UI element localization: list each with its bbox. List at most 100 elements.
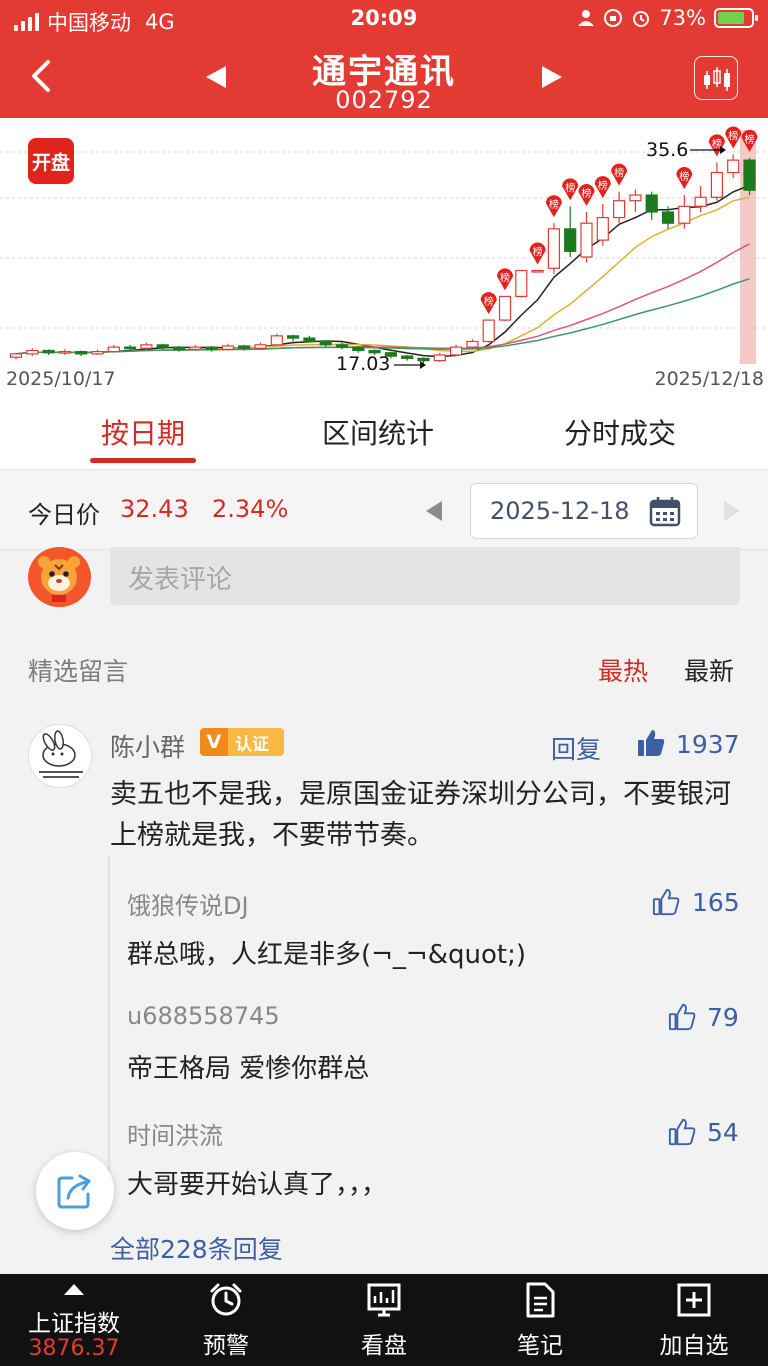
selected-date: 2025-12-18 <box>490 497 630 525</box>
candle-body <box>564 228 577 252</box>
reply-like-count: 79 <box>707 1003 739 1032</box>
candle-body <box>417 357 430 362</box>
thumbs-up-outline-icon[interactable] <box>668 1003 696 1031</box>
candle-body <box>254 344 267 349</box>
candle-body <box>694 196 707 207</box>
open-market-badge[interactable]: 开盘 <box>28 138 74 184</box>
all-replies-link[interactable]: 全部228条回复 <box>110 1230 283 1266</box>
candle-body <box>678 205 691 224</box>
nav-index[interactable]: 上证指数 3876.37 <box>0 1274 148 1366</box>
candle-body <box>319 340 332 346</box>
candle-body <box>629 194 642 202</box>
thumbs-up-outline-icon[interactable] <box>652 888 680 916</box>
nav-alert[interactable]: 预警 <box>166 1274 286 1366</box>
candle-body <box>482 319 495 343</box>
reply-user[interactable]: 时间洪流 <box>127 1116 223 1151</box>
nav-label: 预警 <box>203 1333 249 1359</box>
candle-body <box>172 346 186 350</box>
add-box-icon <box>677 1283 711 1317</box>
nav-add-watchlist[interactable]: 加自选 <box>634 1274 754 1366</box>
candle-body <box>238 345 251 349</box>
sort-newest[interactable]: 最新 <box>684 652 734 688</box>
reply-user[interactable]: u688558745 <box>127 1002 280 1030</box>
candle-body <box>335 344 349 348</box>
reply-like-count: 54 <box>707 1118 739 1147</box>
index-name: 上证指数 <box>28 1311 120 1337</box>
share-edit-icon <box>57 1174 91 1209</box>
tiger-avatar-icon <box>29 547 89 607</box>
date-picker[interactable]: 2025-12-18 <box>470 483 698 539</box>
kline-chart[interactable]: 榜榜榜榜榜榜榜榜榜榜榜榜 开盘 2025/10/17 2025/12/18 35… <box>0 118 768 396</box>
candle-body <box>26 349 39 355</box>
commenter-avatar[interactable] <box>28 724 92 788</box>
list-marker-text: 榜 <box>549 198 559 211</box>
candle-body <box>75 351 88 355</box>
next-date-icon[interactable] <box>722 500 742 522</box>
prev-date-icon[interactable] <box>424 500 444 522</box>
reply-user[interactable]: 饿狼传说DJ <box>127 886 249 921</box>
next-stock-icon[interactable] <box>540 64 564 90</box>
document-icon <box>526 1282 555 1318</box>
reply-text: 帝王格局 爱惨你群总 <box>127 1054 370 1084</box>
tab-bar: 按日期 区间统计 分时成交 <box>0 396 768 470</box>
candle-body <box>352 346 365 352</box>
list-marker-text: 榜 <box>533 246 543 259</box>
list-marker-text: 榜 <box>484 295 494 308</box>
candle-body <box>743 159 756 191</box>
candle-body <box>221 345 234 350</box>
calendar-icon <box>649 497 681 527</box>
alarm-clock-icon <box>210 1283 242 1316</box>
ma20-line <box>15 243 750 355</box>
list-marker-text: 榜 <box>500 271 510 284</box>
candle-body <box>401 355 414 359</box>
thumbs-up-outline-icon[interactable] <box>668 1118 696 1146</box>
candle-body <box>450 346 463 356</box>
verified-text: 认证 <box>235 734 269 755</box>
person-icon <box>578 10 595 26</box>
nav-market[interactable]: 看盘 <box>324 1274 444 1366</box>
tab-intraday-trades[interactable]: 分时成交 <box>560 412 680 452</box>
caret-up-icon <box>64 1284 84 1295</box>
tab-range-stats[interactable]: 区间统计 <box>318 412 438 452</box>
thumbs-up-icon[interactable] <box>636 728 666 758</box>
candle-body <box>42 349 55 354</box>
stock-code: 002792 <box>335 86 433 114</box>
tab-by-date[interactable]: 按日期 <box>90 412 196 452</box>
list-marker-text: 榜 <box>679 170 689 183</box>
compose-button[interactable] <box>36 1152 114 1230</box>
candle-body <box>466 340 479 348</box>
low-price-label: 17.03 <box>336 353 391 375</box>
list-marker-text: 榜 <box>728 130 738 143</box>
nav-notes[interactable]: 笔记 <box>480 1274 600 1366</box>
comment-text: 卖五也不是我，是原国金证券深圳分公司，不要银河上榜就是我，不要带节奏。 <box>110 779 731 851</box>
user-avatar[interactable] <box>28 547 91 607</box>
reply-button[interactable]: 回复 <box>551 730 601 766</box>
candle-body <box>156 344 169 348</box>
rotation-lock-icon <box>604 9 623 27</box>
battery-percent: 73% <box>659 6 706 30</box>
comment-input[interactable]: 发表评论 <box>110 547 740 605</box>
rabbit-avatar-icon <box>29 725 91 787</box>
today-price-label: 今日价 <box>28 501 100 529</box>
sort-hottest[interactable]: 最热 <box>598 652 648 688</box>
battery-icon <box>714 8 758 28</box>
candle-body <box>498 295 512 321</box>
active-tab-indicator <box>90 458 196 463</box>
candlestick-icon <box>704 67 730 91</box>
chart-end-date: 2025/12/18 <box>654 368 764 390</box>
today-price: 32.43 <box>120 495 189 523</box>
nav-label: 加自选 <box>659 1333 729 1359</box>
commenter-name[interactable]: 陈小群 <box>110 728 185 764</box>
kline-chart-button[interactable] <box>694 56 738 100</box>
candle-body <box>205 346 218 350</box>
candle-body <box>91 351 104 355</box>
nav-label: 看盘 <box>361 1333 407 1359</box>
list-marker-text: 榜 <box>565 181 575 194</box>
alarm-icon <box>633 11 650 27</box>
candle-body <box>710 171 724 198</box>
reply-divider <box>108 970 110 1086</box>
reply-text: 大哥要开始认真了，，， <box>127 1170 388 1200</box>
like-count: 1937 <box>676 730 740 759</box>
candle-body <box>58 351 72 354</box>
list-marker-text: 榜 <box>598 179 608 192</box>
